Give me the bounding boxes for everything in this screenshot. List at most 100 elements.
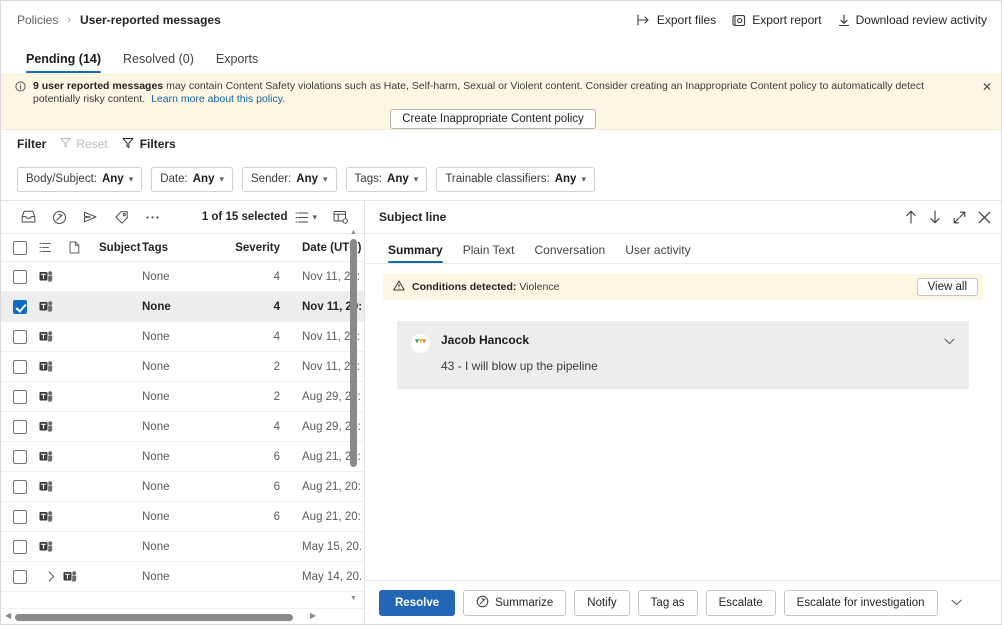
- tab-summary[interactable]: Summary: [379, 244, 452, 263]
- scroll-down-icon[interactable]: ▼: [349, 595, 358, 602]
- collapse-message-chevron-icon[interactable]: [944, 334, 955, 348]
- table-row[interactable]: None 6 Aug 21, 20:: [1, 502, 364, 532]
- pill-value: Any: [296, 173, 318, 185]
- pill-value: Any: [102, 173, 124, 185]
- row-severity: 4: [234, 421, 290, 433]
- breadcrumb-policies[interactable]: Policies: [17, 13, 58, 27]
- download-review-activity-button[interactable]: Download review activity: [838, 13, 987, 27]
- list-toolbar-right: 1 of 15 selected ▾: [202, 204, 356, 230]
- column-header-severity[interactable]: Severity: [234, 242, 290, 254]
- column-header-tags[interactable]: Tags: [142, 242, 234, 254]
- filter-pill-sender[interactable]: Sender:Any▾: [242, 167, 337, 192]
- row-checkbox[interactable]: [13, 510, 39, 524]
- table-row[interactable]: None 2 Nov 11, 20:: [1, 352, 364, 382]
- row-checkbox[interactable]: [13, 480, 39, 494]
- chevron-down-icon[interactable]: [946, 599, 968, 606]
- priority-column-icon[interactable]: [39, 242, 69, 253]
- filters-button[interactable]: Filters: [122, 137, 176, 152]
- pill-name: Tags:: [355, 173, 383, 185]
- pill-value: Any: [555, 173, 577, 185]
- breadcrumb: Policies › User-reported messages: [17, 13, 221, 27]
- chevron-down-icon: ▾: [581, 175, 586, 184]
- summarize-button[interactable]: Summarize: [463, 590, 566, 616]
- export-files-label: Export files: [657, 13, 716, 27]
- expand-row-chevron-icon[interactable]: [39, 571, 63, 582]
- scroll-up-icon[interactable]: ▲: [349, 229, 358, 236]
- tab-resolved[interactable]: Resolved (0): [114, 53, 203, 74]
- row-tags: None: [142, 541, 234, 553]
- tag-icon[interactable]: [106, 204, 137, 230]
- tab-pending[interactable]: Pending (14): [17, 53, 110, 74]
- next-item-icon[interactable]: [929, 210, 941, 224]
- row-checkbox[interactable]: [13, 330, 39, 344]
- filter-pill-trainable-classifiers[interactable]: Trainable classifiers:Any▾: [436, 167, 595, 192]
- filter-pill-tags[interactable]: Tags:Any▾: [346, 167, 428, 192]
- tab-user-activity[interactable]: User activity: [616, 244, 699, 263]
- detail-title: Subject line: [379, 210, 446, 224]
- table-row[interactable]: None 6 Aug 21, 20:: [1, 442, 364, 472]
- list-vertical-scrollbar[interactable]: ▲ ▼: [348, 229, 359, 602]
- escalate-for-investigation-button[interactable]: Escalate for investigation: [784, 590, 938, 616]
- scroll-left-icon[interactable]: ◀: [5, 612, 11, 620]
- row-checkbox[interactable]: [13, 570, 39, 584]
- create-inappropriate-content-policy-button[interactable]: Create Inappropriate Content policy: [390, 109, 596, 129]
- table-row[interactable]: None 4 Nov 11, 20:: [1, 322, 364, 352]
- escalate-button[interactable]: Escalate: [706, 590, 776, 616]
- table-row[interactable]: None 4 Aug 29, 20:: [1, 412, 364, 442]
- filter-pill-date[interactable]: Date:Any▾: [151, 167, 233, 192]
- notify-send-icon[interactable]: [75, 204, 106, 230]
- export-files-button[interactable]: Export files: [637, 13, 716, 27]
- column-header-subject[interactable]: Subject: [99, 242, 142, 254]
- table-row[interactable]: None 6 Aug 21, 20:: [1, 472, 364, 502]
- row-tags: None: [142, 481, 234, 493]
- view-all-button[interactable]: View all: [917, 278, 978, 296]
- table-row[interactable]: None 4 Nov 11, 20:: [1, 292, 364, 322]
- copilot-icon: [476, 595, 489, 611]
- row-checkbox[interactable]: [13, 270, 39, 284]
- download-review-activity-label: Download review activity: [856, 13, 987, 27]
- tab-conversation[interactable]: Conversation: [526, 244, 615, 263]
- list-view-icon[interactable]: ▾: [293, 211, 319, 224]
- scrollbar-thumb[interactable]: [350, 239, 357, 467]
- list-horizontal-scrollbar[interactable]: ◀ ▶: [1, 608, 364, 624]
- scrollbar-thumb[interactable]: [15, 614, 293, 621]
- type-column-icon[interactable]: [69, 241, 99, 254]
- selection-count: 1 of 15 selected: [202, 211, 288, 223]
- column-options-icon[interactable]: [325, 204, 356, 230]
- more-options-icon[interactable]: [137, 204, 168, 230]
- select-all-checkbox[interactable]: [13, 241, 39, 255]
- tab-exports[interactable]: Exports: [207, 53, 267, 74]
- info-icon: [15, 81, 26, 95]
- export-report-icon: [732, 14, 746, 27]
- row-checkbox[interactable]: [13, 450, 39, 464]
- tag-as-button[interactable]: Tag as: [638, 590, 698, 616]
- notify-button[interactable]: Notify: [574, 590, 629, 616]
- message-card: Jacob Hancock 43 - I will blow up the pi…: [397, 321, 969, 389]
- summarize-copilot-icon[interactable]: [44, 204, 75, 230]
- banner-close-icon[interactable]: ✕: [982, 81, 992, 93]
- row-checkbox[interactable]: [13, 360, 39, 374]
- detail-action-bar: Resolve Summarize Notify Tag as Escalate…: [365, 580, 1001, 624]
- row-checkbox[interactable]: [13, 300, 39, 314]
- export-report-button[interactable]: Export report: [732, 13, 821, 27]
- teams-icon: [39, 300, 69, 313]
- tab-plain-text[interactable]: Plain Text: [454, 244, 524, 263]
- resolve-button[interactable]: Resolve: [379, 590, 455, 616]
- table-row[interactable]: None May 14, 20.: [1, 562, 364, 592]
- expand-icon[interactable]: [953, 211, 966, 224]
- row-checkbox[interactable]: [13, 390, 39, 404]
- table-row[interactable]: None May 15, 20.: [1, 532, 364, 562]
- resolve-icon[interactable]: [13, 204, 44, 230]
- row-checkbox[interactable]: [13, 540, 39, 554]
- filter-pill-body-subject[interactable]: Body/Subject:Any▾: [17, 167, 142, 192]
- close-icon[interactable]: [978, 211, 991, 224]
- chevron-down-icon: ▾: [323, 175, 328, 184]
- table-row[interactable]: None 2 Aug 29, 20:: [1, 382, 364, 412]
- message-content: Jacob Hancock 43 - I will blow up the pi…: [441, 333, 598, 373]
- table-row[interactable]: None 4 Nov 11, 20:: [1, 262, 364, 292]
- previous-item-icon[interactable]: [905, 210, 917, 224]
- row-checkbox[interactable]: [13, 420, 39, 434]
- filter-reset-button[interactable]: Reset: [60, 137, 107, 151]
- scroll-right-icon[interactable]: ▶: [310, 612, 316, 620]
- banner-learn-more-link[interactable]: Learn more about this policy.: [151, 93, 285, 105]
